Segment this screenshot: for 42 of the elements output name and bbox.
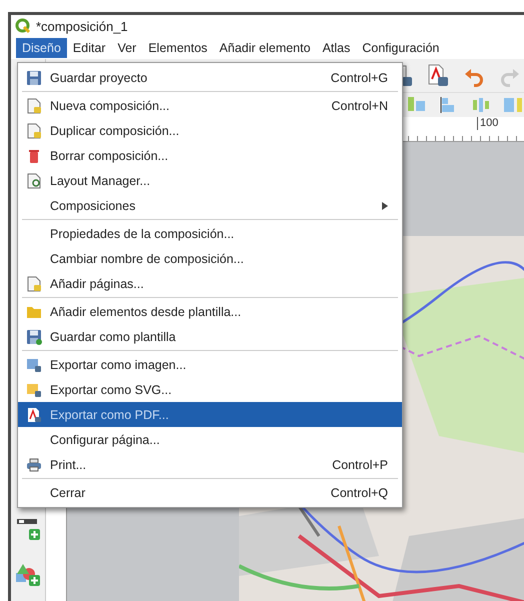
document-icon (26, 98, 42, 114)
document-icon (26, 122, 42, 138)
menu-bar-item[interactable]: Atlas (316, 38, 356, 58)
menu-item[interactable]: Composiciones (18, 193, 402, 218)
menu-item[interactable]: Nueva composición... Control+N (18, 93, 402, 118)
menu-item[interactable]: Cerrar Control+Q (18, 480, 402, 505)
menu-bar-item[interactable]: Ver (112, 38, 142, 58)
menu-item[interactable]: Añadir elementos desde plantilla... (18, 299, 402, 324)
distribute-icon[interactable] (470, 95, 492, 115)
menu-item[interactable]: Añadir páginas... (18, 271, 402, 296)
menu-item[interactable]: Print... Control+P (18, 452, 402, 477)
menu-bar-item[interactable]: Añadir elemento (213, 38, 316, 58)
menu-item[interactable]: Duplicar composición... (18, 118, 402, 143)
document-icon (26, 276, 42, 292)
resize-icon[interactable] (502, 95, 524, 115)
menu-bar-item[interactable]: Elementos (142, 38, 214, 58)
menu-item[interactable]: Layout Manager... (18, 168, 402, 193)
trash-icon (26, 148, 42, 164)
menu-item[interactable]: Exportar como PDF... (18, 402, 402, 427)
floppy-icon (26, 70, 42, 86)
menu-item[interactable]: Propiedades de la composición... (18, 221, 402, 246)
ruler-label: 100 (477, 117, 498, 130)
menu-item[interactable]: Guardar como plantilla (18, 324, 402, 349)
menu-bar-item[interactable]: Diseño (16, 38, 67, 58)
pdf-export-icon[interactable] (426, 64, 450, 88)
printer-icon (26, 456, 42, 472)
window-title: *composición_1 (36, 18, 128, 34)
document-icon (26, 172, 42, 188)
menu-item[interactable]: Borrar composición... (18, 143, 402, 168)
app-logo-icon (15, 18, 31, 34)
menu-item[interactable]: Cambiar nombre de composición... (18, 246, 402, 271)
menu-item[interactable]: Guardar proyecto Control+G (18, 65, 402, 90)
export-icon (26, 356, 42, 372)
menu-item[interactable]: Configurar página... (18, 427, 402, 452)
menu-item[interactable]: Exportar como SVG... (18, 377, 402, 402)
menu-bar-item[interactable]: Editar (66, 38, 112, 58)
submenu-arrow-icon (382, 202, 388, 210)
floppy-icon (26, 328, 42, 344)
menu-bar-item[interactable]: Configuración (356, 38, 446, 58)
export-icon (26, 382, 42, 398)
pdf-icon (26, 406, 42, 422)
menu-item[interactable]: Exportar como imagen... (18, 352, 402, 377)
